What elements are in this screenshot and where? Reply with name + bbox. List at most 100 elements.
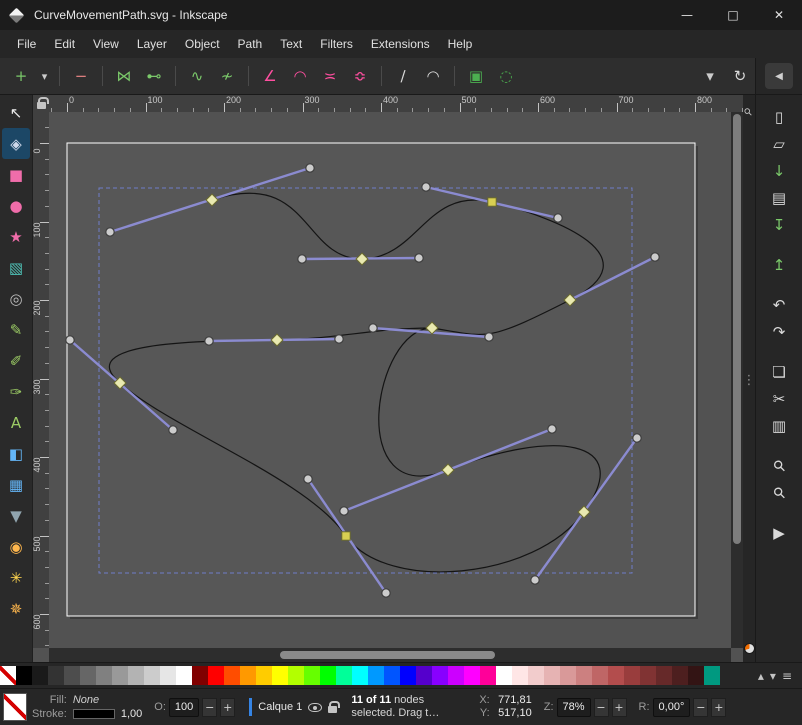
stroke-width-value[interactable]: 1,00 (121, 708, 142, 720)
handle-end[interactable] (66, 336, 74, 344)
minimize-button[interactable]: — (664, 0, 710, 30)
opacity-increase-button[interactable]: + (220, 698, 235, 717)
tool-text-button[interactable]: A (2, 407, 30, 438)
maximize-button[interactable]: □ (710, 0, 756, 30)
palette-swatch[interactable] (496, 666, 512, 685)
palette-swatch[interactable] (176, 666, 192, 685)
palette-swatch[interactable] (128, 666, 144, 685)
handle-end[interactable] (369, 324, 377, 332)
handle-end[interactable] (335, 335, 343, 343)
palette-swatch[interactable] (144, 666, 160, 685)
layer-lock-icon[interactable] (328, 706, 337, 713)
document-open-button[interactable]: ▱ (763, 130, 795, 157)
palette-swatch[interactable] (560, 666, 576, 685)
handle-end[interactable] (548, 425, 556, 433)
handle-end[interactable] (306, 164, 314, 172)
layer-visibility-icon[interactable] (308, 703, 322, 712)
palette-scroll-up-button[interactable]: ▴ (758, 669, 764, 683)
palette-scroll-down-button[interactable]: ▾ (770, 669, 776, 683)
insert-node-button[interactable]: + (6, 62, 36, 90)
fill-value[interactable]: None (73, 694, 115, 706)
zoom-decrease-button[interactable]: − (594, 698, 609, 717)
palette-swatch[interactable] (48, 666, 64, 685)
insert-node-menu-button[interactable]: ▾ (36, 62, 53, 90)
tool-gradient-button[interactable]: ◧ (2, 438, 30, 469)
layer-name[interactable]: Calque 1 (258, 701, 302, 713)
duplicate-button[interactable]: ❏ (763, 358, 795, 385)
palette-swatch[interactable] (272, 666, 288, 685)
node-corner-button[interactable]: ∠ (255, 62, 285, 90)
palette-swatch[interactable] (704, 666, 720, 685)
palette-swatch[interactable] (288, 666, 304, 685)
snap-toolbar-toggle-button[interactable]: ◀ (765, 63, 793, 89)
join-with-segment-button[interactable]: ∿ (182, 62, 212, 90)
palette-swatch[interactable] (192, 666, 208, 685)
menu-view[interactable]: View (84, 33, 128, 55)
handle-end[interactable] (169, 426, 177, 434)
stroke-color-swatch[interactable] (73, 709, 115, 719)
palette-swatch[interactable] (608, 666, 624, 685)
export-button[interactable]: ↥ (763, 251, 795, 278)
handle-end[interactable] (651, 253, 659, 261)
palette-swatch[interactable] (224, 666, 240, 685)
palette-swatch[interactable] (64, 666, 80, 685)
handle-end[interactable] (106, 228, 114, 236)
palette-swatch[interactable] (160, 666, 176, 685)
palette-swatch[interactable] (544, 666, 560, 685)
palette-swatch[interactable] (624, 666, 640, 685)
cut-button[interactable]: ✂ (763, 385, 795, 412)
fill-indicator-none[interactable] (3, 693, 27, 721)
palette-swatch[interactable] (688, 666, 704, 685)
palette-swatch[interactable] (672, 666, 688, 685)
palette-swatch[interactable] (480, 666, 496, 685)
palette-swatch[interactable] (592, 666, 608, 685)
palette-menu-button[interactable]: ≡ (782, 669, 792, 683)
handle-end[interactable] (531, 576, 539, 584)
handle-end[interactable] (422, 183, 430, 191)
join-nodes-button[interactable]: ⋈ (109, 62, 139, 90)
vertical-scrollbar[interactable] (731, 112, 743, 648)
import-button[interactable]: ↧ (763, 211, 795, 238)
menu-file[interactable]: File (8, 33, 45, 55)
toolbar-overflow-button[interactable]: ▾ (695, 62, 725, 90)
palette-swatch-none[interactable] (0, 666, 16, 685)
horizontal-scrollbar-thumb[interactable] (280, 651, 495, 659)
menu-text[interactable]: Text (271, 33, 311, 55)
tool-spiral-button[interactable]: ◎ (2, 283, 30, 314)
close-button[interactable]: ✕ (756, 0, 802, 30)
menu-layer[interactable]: Layer (128, 33, 176, 55)
palette-swatch[interactable] (528, 666, 544, 685)
tool-node-editor-button[interactable]: ◈ (2, 128, 30, 159)
palette-swatch[interactable] (336, 666, 352, 685)
tool-mesh-button[interactable]: ▦ (2, 469, 30, 500)
paste-button[interactable]: ▥ (763, 412, 795, 439)
menu-filters[interactable]: Filters (311, 33, 362, 55)
tool-ellipse-button[interactable]: ● (2, 190, 30, 221)
tool-star-button[interactable]: ★ (2, 221, 30, 252)
palette-swatch[interactable] (304, 666, 320, 685)
zoom-page-button[interactable]: ⚲ (763, 479, 795, 506)
menu-object[interactable]: Object (176, 33, 229, 55)
handle-end[interactable] (485, 333, 493, 341)
canvas[interactable] (49, 112, 731, 648)
palette-swatch[interactable] (512, 666, 528, 685)
handle-end[interactable] (554, 214, 562, 222)
handle-end[interactable] (382, 589, 390, 597)
menu-path[interactable]: Path (229, 33, 272, 55)
palette-swatch[interactable] (96, 666, 112, 685)
handle-end[interactable] (298, 255, 306, 263)
menu-extensions[interactable]: Extensions (362, 33, 439, 55)
handle-end[interactable] (205, 337, 213, 345)
tool-selector-button[interactable]: ↖ (2, 97, 30, 128)
expand-panel-button[interactable]: ▶ (763, 519, 795, 546)
delete-node-button[interactable]: − (66, 62, 96, 90)
cms-toggle-icon[interactable] (744, 643, 755, 654)
segment-line-button[interactable]: ∕ (388, 62, 418, 90)
document-new-button[interactable]: ▯ (763, 103, 795, 130)
tool-dropper-button[interactable]: ▼ (2, 500, 30, 531)
rotation-decrease-button[interactable]: − (693, 698, 708, 717)
palette-swatch[interactable] (576, 666, 592, 685)
opacity-input[interactable]: 100 (169, 698, 199, 717)
tool-pencil-button[interactable]: ✎ (2, 314, 30, 345)
zoom-drawing-button[interactable]: ⚲ (763, 452, 795, 479)
